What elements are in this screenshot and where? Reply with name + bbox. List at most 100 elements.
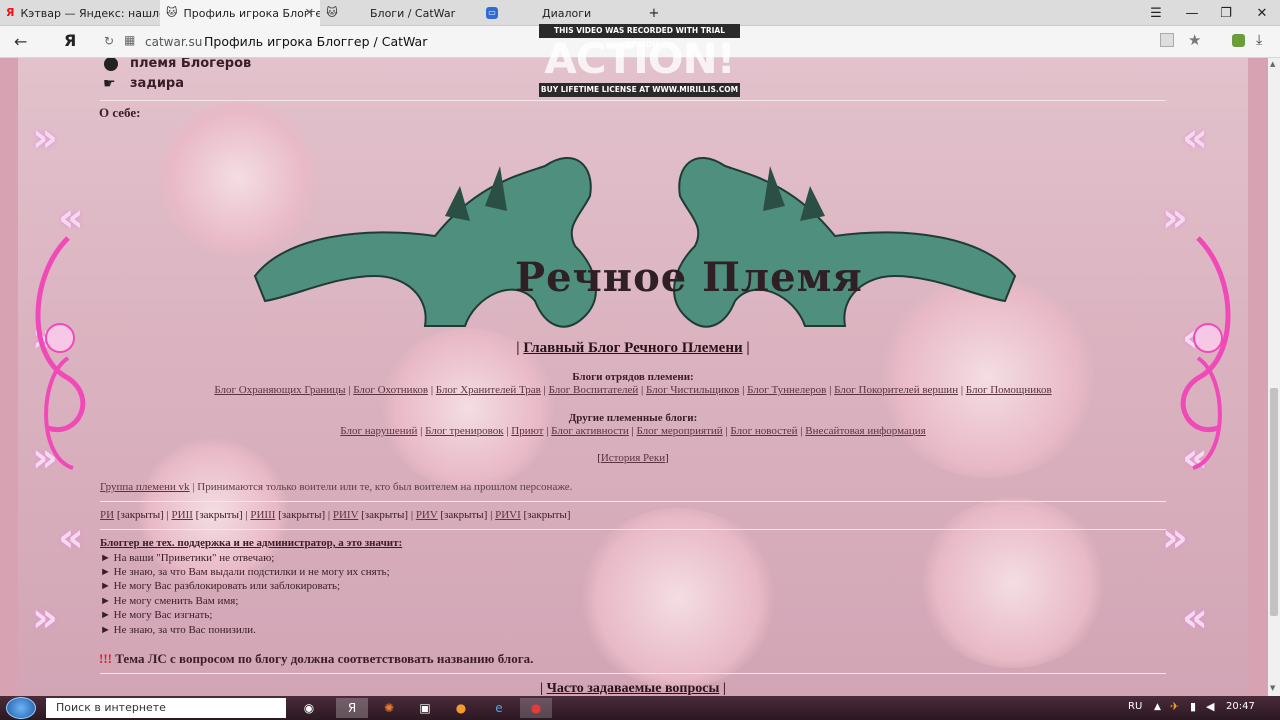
closed-blog-link[interactable]: РИV: [416, 509, 438, 521]
closed-status: [закрыты]: [437, 509, 488, 521]
downloads-icon[interactable]: ⤓: [1256, 32, 1262, 48]
cat-icon: 🐱: [166, 6, 178, 19]
tab-title: Блоги / CatWar: [370, 6, 456, 20]
blog-link-mentors[interactable]: Блог Воспитателей: [549, 384, 639, 396]
new-tab-button[interactable]: +: [636, 0, 672, 26]
blog-link-helpers[interactable]: Блог Помощников: [966, 384, 1052, 396]
language-indicator[interactable]: RU: [1128, 701, 1142, 712]
tray-app-icon[interactable]: ✈: [1170, 700, 1179, 713]
blog-link-tunnelers[interactable]: Блог Туннелеров: [747, 384, 826, 396]
notice-item: ► Не могу Вас разблокировать или заблоки…: [100, 580, 341, 592]
scroll-up-arrow[interactable]: ▲: [1270, 60, 1275, 68]
tab-title: Диалоги: [542, 6, 592, 20]
vertical-scrollbar[interactable]: ▲ ▼: [1268, 58, 1280, 696]
closed-blog-link[interactable]: РИIV: [333, 509, 358, 521]
start-button[interactable]: [6, 697, 36, 719]
windows-taskbar: Поиск в интернете ◉ Я ✺ ▣ ● e ● RU ▲ ✈ ▮…: [0, 696, 1280, 720]
watermark-bottom-text: BUY LIFETIME LICENSE AT WWW.MIRILLIS.COM: [539, 83, 740, 97]
reload-icon[interactable]: ↻: [104, 34, 114, 48]
blossom-decoration: [918, 498, 1108, 668]
yandex-logo[interactable]: Я: [64, 31, 76, 50]
yandex-browser-icon[interactable]: Я: [336, 698, 368, 718]
notice-item: ► Не знаю, за что Вас понизили.: [100, 624, 256, 636]
notice-heading: Блоггер не тех. поддержка и не администр…: [100, 537, 403, 549]
blog-link-training[interactable]: Блог тренировок: [425, 425, 503, 437]
menu-icon[interactable]: ☰: [1138, 0, 1174, 26]
blog-link-herb-keepers[interactable]: Блог Хранителей Трав: [436, 384, 541, 396]
watermark-logo: ACTION!: [544, 34, 736, 83]
firefox-icon[interactable]: ●: [446, 698, 476, 718]
extension-icon[interactable]: [1232, 34, 1245, 47]
blog-link-news[interactable]: Блог новостей: [730, 425, 797, 437]
page-title[interactable]: Профиль игрока Блоггер / CatWar: [204, 34, 427, 49]
tab-player-profile[interactable]: 🐱 Профиль игрока Блоггер ✕: [160, 0, 320, 26]
tab-yandex-search[interactable]: Я Кэтвар — Яндекс: нашлось: [0, 0, 160, 26]
vk-group-link[interactable]: Группа племени vk: [100, 481, 190, 493]
volume-icon[interactable]: ◀: [1206, 700, 1214, 713]
main-blog-link[interactable]: Главный Блог Речного Племени: [523, 340, 742, 356]
blog-link-hunters[interactable]: Блог Охотников: [353, 384, 428, 396]
warning-text: Тема ЛС с вопросом по блогу должна соотв…: [112, 651, 534, 666]
squad-blogs-links: Блог Охраняющих Границы | Блог Охотников…: [214, 384, 1052, 396]
back-button[interactable]: ←: [14, 32, 27, 51]
squad-blogs-heading: Блоги отрядов племени:: [572, 371, 694, 383]
pipe: |: [722, 681, 726, 696]
blog-link-border-guards[interactable]: Блог Охраняющих Границы: [214, 384, 345, 396]
other-blogs-links: Блог нарушений | Блог тренировок | Приют…: [340, 425, 926, 437]
record-icon[interactable]: ●: [520, 698, 552, 718]
blog-link-shelter[interactable]: Приют: [511, 425, 543, 437]
divider: [100, 529, 1166, 530]
tab-blogs[interactable]: 🐱 Блоги / CatWar: [320, 0, 480, 26]
tray-arrow-icon[interactable]: ▲: [1154, 702, 1161, 712]
main-blog-line: | Главный Блог Речного Племени |: [0, 340, 1266, 357]
network-icon[interactable]: ▮: [1190, 700, 1196, 713]
notice-item: ► Не могу Вас изгнать;: [100, 609, 213, 621]
minimize-button[interactable]: —: [1174, 0, 1210, 26]
other-blogs-heading: Другие племенные блоги:: [568, 412, 698, 424]
faq-line: | Часто задаваемые вопросы |: [0, 681, 1266, 696]
ie-icon[interactable]: e: [484, 698, 514, 718]
taskbar-search-input[interactable]: Поиск в интернете: [46, 698, 286, 718]
history-link[interactable]: История Реки: [601, 452, 665, 464]
blog-link-activity[interactable]: Блог активности: [551, 425, 629, 437]
blossom-decoration: [578, 508, 778, 688]
notice-item: ► На ваши "Приветики" не отвечаю;: [100, 552, 275, 564]
vk-note: | Принимаются только воители или те, кто…: [189, 481, 573, 493]
reader-icon[interactable]: [1160, 33, 1174, 47]
scroll-down-arrow[interactable]: ▼: [1270, 684, 1275, 692]
scrollbar-thumb[interactable]: [1270, 388, 1278, 616]
closed-status: [закрыты]: [358, 509, 409, 521]
tab-title: Кэтвар — Яндекс: нашлось: [20, 6, 160, 20]
warning-marks: !!!: [99, 651, 112, 666]
closed-status: [закрыты]: [275, 509, 326, 521]
app-icon[interactable]: ✺: [374, 698, 404, 718]
about-label: О себе:: [99, 105, 141, 120]
closed-blog-link[interactable]: РИII: [172, 509, 193, 521]
tab-bar: Я Кэтвар — Яндекс: нашлось 🐱 Профиль игр…: [0, 0, 1280, 26]
bookmark-star-icon[interactable]: ★: [1188, 31, 1201, 49]
close-window-button[interactable]: ✕: [1244, 0, 1280, 26]
maximize-button[interactable]: ❐: [1208, 0, 1244, 26]
closed-blog-link[interactable]: РИVI: [495, 509, 521, 521]
clock[interactable]: 20:47: [1226, 701, 1255, 712]
chat-icon: ▭: [486, 7, 498, 19]
warning-line: !!! Тема ЛС с вопросом по блогу должна с…: [99, 651, 533, 667]
blog-link-offsite-info[interactable]: Внесайтовая информация: [805, 425, 925, 437]
cortana-icon[interactable]: ◉: [294, 698, 324, 718]
site-menu-icon[interactable]: ▦: [124, 33, 135, 47]
close-icon[interactable]: ✕: [305, 6, 314, 19]
blog-link-violations[interactable]: Блог нарушений: [340, 425, 417, 437]
tab-dialogs[interactable]: ▭ Диалоги: [480, 0, 640, 26]
app-icon[interactable]: ▣: [410, 698, 440, 718]
blog-link-events[interactable]: Блог мероприятий: [637, 425, 723, 437]
pipe: |: [516, 340, 520, 356]
cat-silhouette-icon: ☛: [103, 76, 116, 92]
url-text[interactable]: catwar.su: [145, 35, 202, 49]
closed-blog-link[interactable]: РИIII: [250, 509, 275, 521]
closed-blog-link[interactable]: РИ: [100, 509, 114, 521]
blog-link-cleaners[interactable]: Блог Чистильщиков: [646, 384, 739, 396]
faq-link[interactable]: Часто задаваемые вопросы: [547, 681, 720, 696]
closed-status: [закрыты]: [114, 509, 164, 521]
blog-link-climbers[interactable]: Блог Покорителей вершин: [834, 384, 958, 396]
cat-icon: 🐱: [326, 6, 338, 19]
